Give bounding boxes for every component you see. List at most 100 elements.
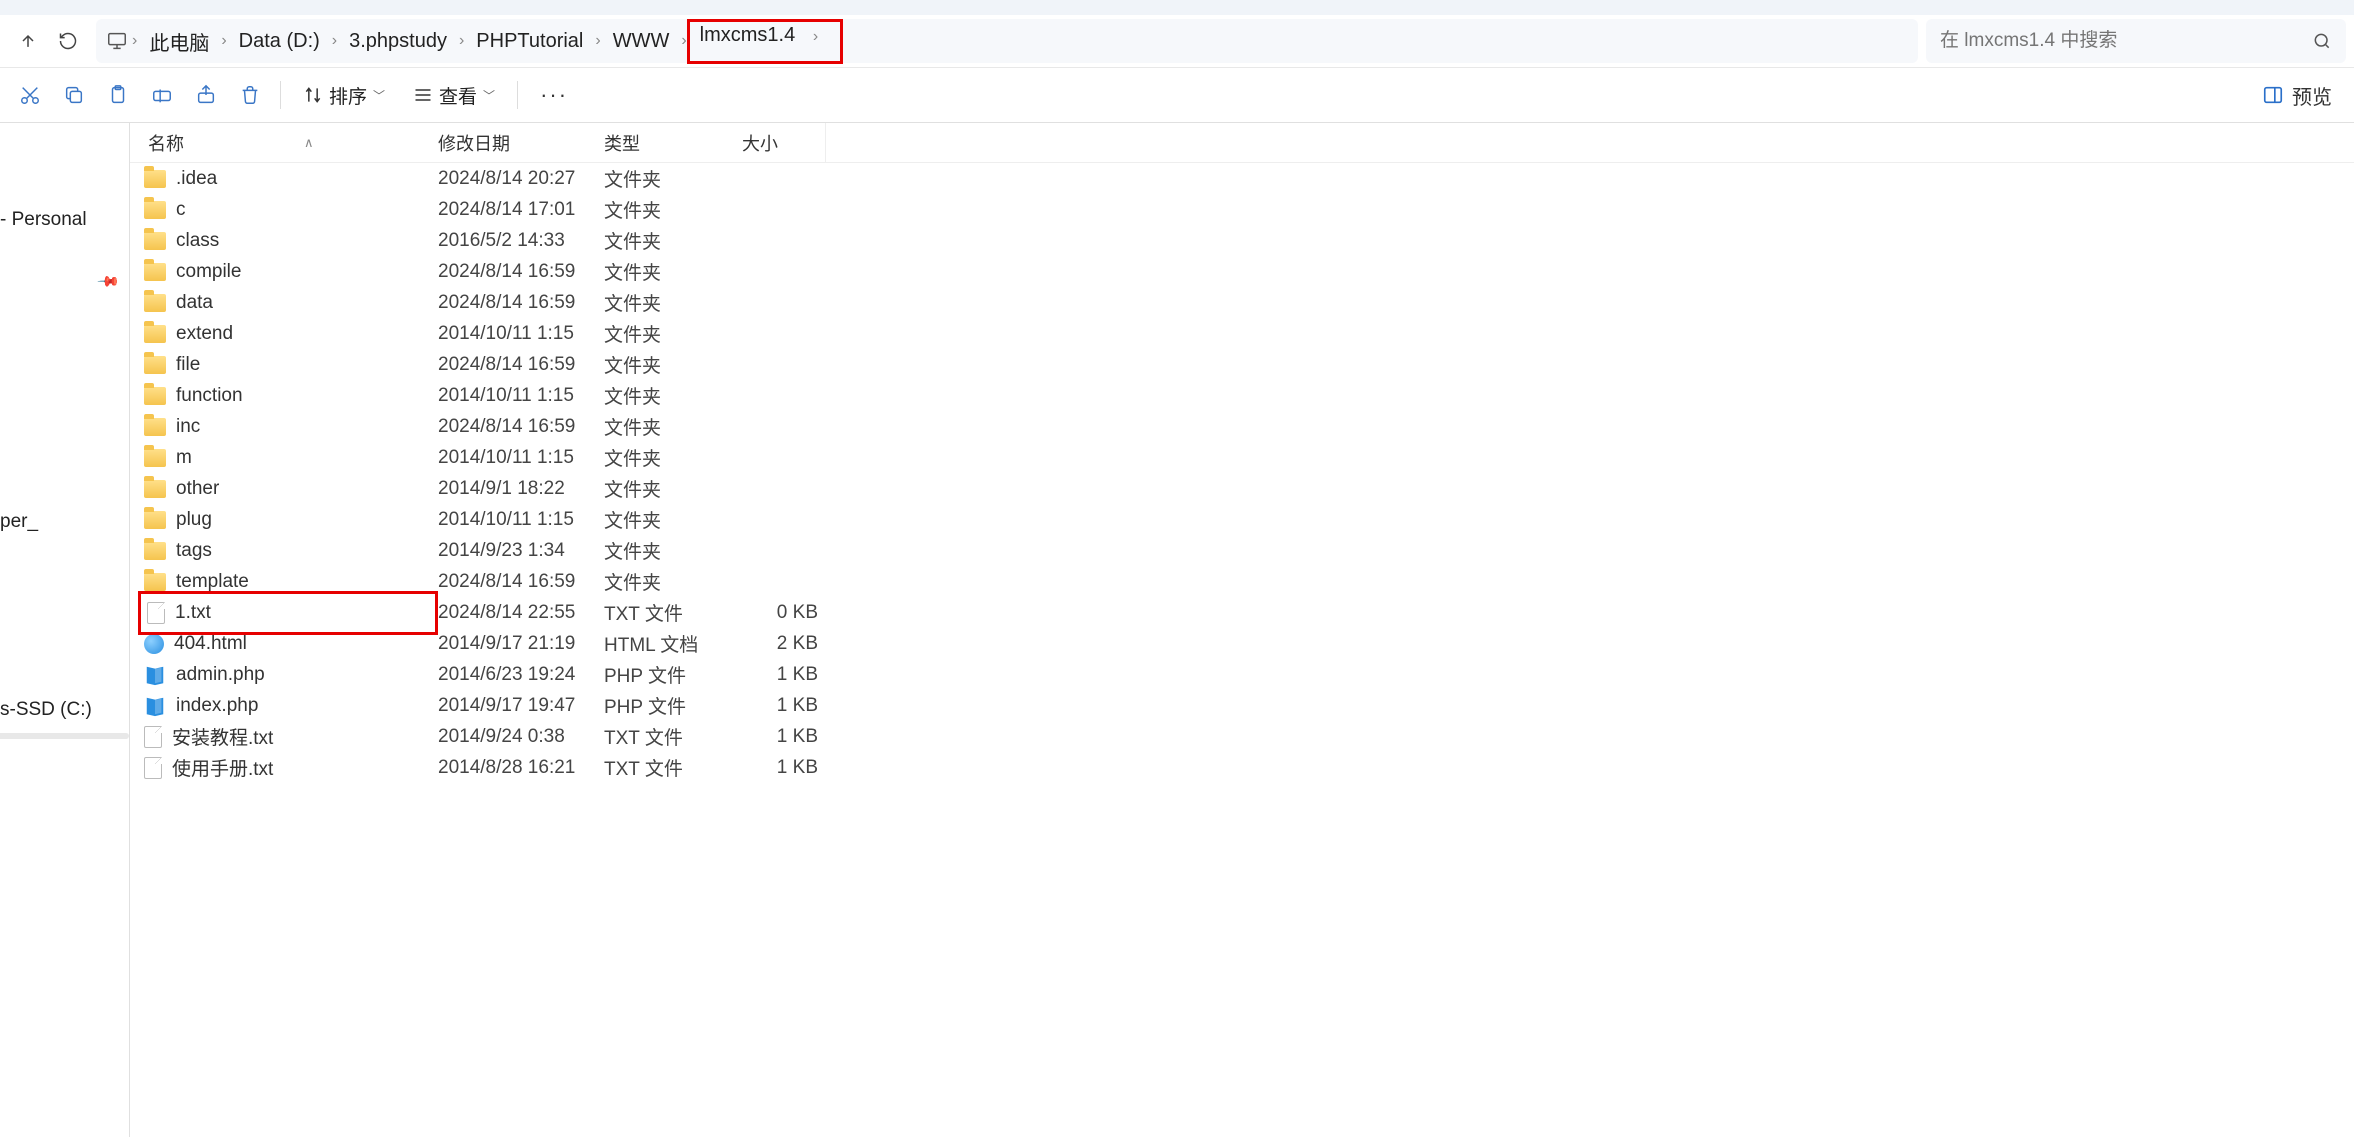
file-name-cell: 安装教程.txt [138, 723, 438, 750]
file-date: 2014/9/23 1:34 [438, 540, 604, 562]
file-row[interactable]: 404.html2014/9/17 21:19HTML 文档2 KB [130, 628, 2354, 659]
php-icon [144, 695, 166, 717]
crumb-phpstudy[interactable]: 3.phpstudy [341, 30, 455, 53]
file-name: compile [176, 261, 241, 283]
file-type: 文件夹 [604, 320, 742, 347]
folder-icon [144, 294, 166, 312]
crumb-current-highlight: lmxcms1.4 › [687, 19, 843, 64]
sidebar-item[interactable]: s-SSD (C:) [0, 691, 129, 729]
col-size-header[interactable]: 大小 [742, 123, 826, 162]
file-name-cell: 1.txt [138, 591, 438, 635]
file-row[interactable]: tags2014/9/23 1:34文件夹 [130, 535, 2354, 566]
search-box[interactable] [1926, 19, 2346, 63]
file-name: data [176, 292, 213, 314]
search-input[interactable] [1940, 30, 2312, 52]
sidebar-item[interactable]: per_ [0, 503, 129, 541]
file-row[interactable]: 使用手册.txt2014/8/28 16:21TXT 文件1 KB [130, 752, 2354, 783]
file-name-cell: data [138, 292, 438, 314]
file-name-cell: 使用手册.txt [138, 754, 438, 781]
file-row[interactable]: template2024/8/14 16:59文件夹 [130, 566, 2354, 597]
crumb-this-pc[interactable]: 此电脑 [141, 27, 217, 56]
file-size: 1 KB [742, 726, 826, 748]
file-row[interactable]: c2024/8/14 17:01文件夹 [130, 194, 2354, 225]
file-size: 1 KB [742, 757, 826, 779]
col-type-header[interactable]: 类型 [604, 130, 742, 156]
sidebar-item[interactable]: - Personal [0, 201, 129, 239]
file-row[interactable]: .idea2024/8/14 20:27文件夹 [130, 163, 2354, 194]
rename-button[interactable] [140, 73, 184, 117]
file-row[interactable]: compile2024/8/14 16:59文件夹 [130, 256, 2354, 287]
chevron-right-icon[interactable]: › [128, 32, 141, 50]
crumb-phptutorial[interactable]: PHPTutorial [468, 30, 591, 53]
file-icon [147, 602, 165, 624]
crumb-www[interactable]: WWW [605, 30, 678, 53]
file-row[interactable]: plug2014/10/11 1:15文件夹 [130, 504, 2354, 535]
file-type: 文件夹 [604, 475, 742, 502]
file-name: index.php [176, 695, 258, 717]
file-name: template [176, 571, 249, 593]
file-row[interactable]: class2016/5/2 14:33文件夹 [130, 225, 2354, 256]
sort-menu[interactable]: 排序 ﹀ [289, 73, 399, 117]
chevron-right-icon[interactable]: › [455, 32, 468, 50]
preview-toggle[interactable]: 预览 [2248, 81, 2346, 110]
file-name: 404.html [174, 633, 247, 655]
more-menu[interactable]: ··· [526, 82, 582, 108]
file-date: 2024/8/14 16:59 [438, 571, 604, 593]
file-row[interactable]: index.php2014/9/17 19:47PHP 文件1 KB [130, 690, 2354, 721]
php-icon [144, 664, 166, 686]
file-type: PHP 文件 [604, 661, 742, 688]
file-row[interactable]: inc2024/8/14 16:59文件夹 [130, 411, 2354, 442]
col-name-header[interactable]: 名称 ∧ [148, 130, 438, 156]
chevron-right-icon[interactable]: › [217, 32, 230, 50]
file-row[interactable]: extend2014/10/11 1:15文件夹 [130, 318, 2354, 349]
chevron-right-icon[interactable]: › [809, 28, 822, 45]
copy-button[interactable] [52, 73, 96, 117]
html-icon [144, 634, 164, 654]
file-row[interactable]: 1.txt2024/8/14 22:55TXT 文件0 KB [130, 597, 2354, 628]
file-size: 2 KB [742, 633, 826, 655]
file-row[interactable]: data2024/8/14 16:59文件夹 [130, 287, 2354, 318]
paste-button[interactable] [96, 73, 140, 117]
sort-label: 排序 [329, 82, 367, 109]
file-row[interactable]: 安装教程.txt2014/9/24 0:38TXT 文件1 KB [130, 721, 2354, 752]
folder-icon [144, 232, 166, 250]
file-name-cell: template [138, 571, 438, 593]
delete-button[interactable] [228, 73, 272, 117]
file-name-cell: .idea [138, 168, 438, 190]
file-type: PHP 文件 [604, 692, 742, 719]
search-icon[interactable] [2312, 31, 2332, 51]
file-type: TXT 文件 [604, 754, 742, 781]
file-row[interactable]: m2014/10/11 1:15文件夹 [130, 442, 2354, 473]
up-button[interactable] [8, 21, 48, 61]
toolbar-separator [517, 81, 518, 109]
file-date: 2024/8/14 16:59 [438, 416, 604, 438]
cut-button[interactable] [8, 73, 52, 117]
file-date: 2014/9/1 18:22 [438, 478, 604, 500]
file-row[interactable]: admin.php2014/6/23 19:24PHP 文件1 KB [130, 659, 2354, 690]
file-date: 2024/8/14 16:59 [438, 354, 604, 376]
file-name-cell: m [138, 447, 438, 469]
col-date-header[interactable]: 修改日期 [438, 130, 604, 156]
nav-bar: › 此电脑 › Data (D:) › 3.phpstudy › PHPTuto… [0, 15, 2354, 67]
chevron-right-icon[interactable]: › [591, 32, 604, 50]
chevron-right-icon[interactable]: › [328, 32, 341, 50]
file-row[interactable]: function2014/10/11 1:15文件夹 [130, 380, 2354, 411]
file-list: 名称 ∧ 修改日期 类型 大小 .idea2024/8/14 20:27文件夹c… [130, 123, 2354, 1137]
folder-icon [144, 418, 166, 436]
file-type: 文件夹 [604, 537, 742, 564]
file-row[interactable]: other 2014/9/1 18:22文件夹 [130, 473, 2354, 504]
column-headers: 名称 ∧ 修改日期 类型 大小 [130, 123, 2354, 163]
view-menu[interactable]: 查看 ﹀ [399, 73, 509, 117]
file-type: 文件夹 [604, 444, 742, 471]
file-date: 2014/10/11 1:15 [438, 385, 604, 407]
breadcrumb[interactable]: › 此电脑 › Data (D:) › 3.phpstudy › PHPTuto… [96, 19, 1918, 63]
file-name-cell: plug [138, 509, 438, 531]
file-name: other [176, 478, 219, 500]
file-row[interactable]: file2024/8/14 16:59文件夹 [130, 349, 2354, 380]
refresh-button[interactable] [48, 21, 88, 61]
file-date: 2014/9/17 21:19 [438, 633, 604, 655]
file-size: 1 KB [742, 695, 826, 717]
share-button[interactable] [184, 73, 228, 117]
crumb-data-d[interactable]: Data (D:) [231, 30, 328, 53]
crumb-lmxcms[interactable]: lmxcms1.4 [700, 24, 804, 46]
